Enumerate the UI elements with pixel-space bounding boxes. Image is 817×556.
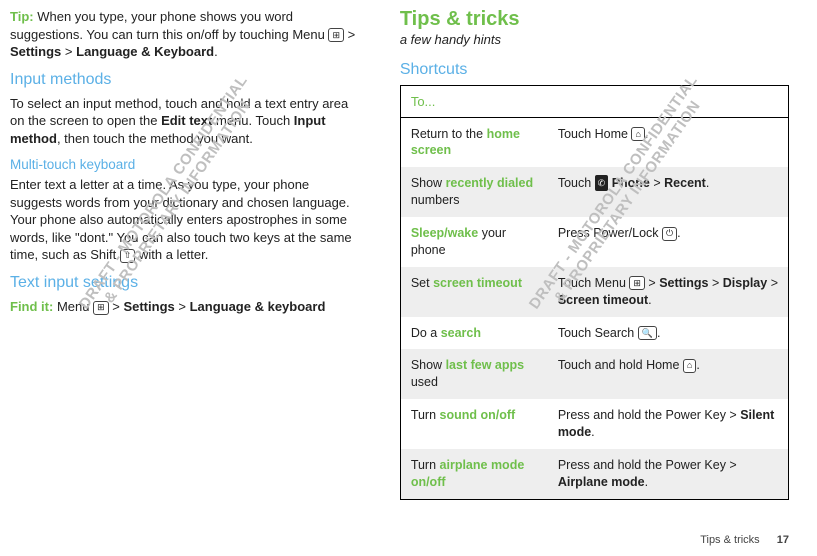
table-row: Sleep/wake your phonePress Power/Lock ⏻. [400, 217, 788, 267]
multi-touch-text: Enter text a letter at a time. As you ty… [10, 176, 364, 264]
shortcut-action: Sleep/wake your phone [400, 217, 548, 267]
input-methods-heading: Input methods [10, 71, 364, 89]
shortcut-method: Touch Home ⌂. [548, 117, 789, 167]
shortcut-action: Return to the home screen [400, 117, 548, 167]
shortcut-action: Turn airplane mode on/off [400, 449, 548, 499]
shortcuts-table: To... Return to the home screenTouch Hom… [400, 85, 789, 500]
page: Tip: When you type, your phone shows you… [0, 0, 817, 500]
shortcut-method: Touch Menu ⊞ > Settings > Display > Scre… [548, 267, 789, 317]
table-header: To... [400, 85, 788, 117]
right-column: Tips & tricks a few handy hints Shortcut… [400, 8, 789, 500]
table-row: Set screen timeoutTouch Menu ⊞ > Setting… [400, 267, 788, 317]
text-input-settings-heading: Text input settings [10, 274, 364, 292]
footer-section: Tips & tricks [700, 534, 760, 546]
shortcut-action: Do a search [400, 317, 548, 350]
table-row: Return to the home screenTouch Home ⌂. [400, 117, 788, 167]
multi-touch-heading: Multi-touch keyboard [10, 157, 364, 172]
menu-icon: ⊞ [93, 301, 109, 315]
table-row: Turn airplane mode on/offPress and hold … [400, 449, 788, 499]
key-icon: ⊞ [629, 276, 645, 290]
phone-icon: ✆ [595, 175, 609, 191]
tip-paragraph: Tip: When you type, your phone shows you… [10, 8, 364, 61]
key-icon: ⌂ [631, 127, 644, 141]
left-column: Tip: When you type, your phone shows you… [10, 8, 364, 500]
page-number: 17 [777, 534, 789, 546]
shortcut-action: Turn sound on/off [400, 399, 548, 449]
shift-icon: ⇧ [120, 249, 136, 263]
shortcut-action: Show recently dialed numbers [400, 167, 548, 217]
shortcut-action: Set screen timeout [400, 267, 548, 317]
key-icon: ⌂ [683, 359, 696, 373]
table-row: Do a searchTouch Search 🔍. [400, 317, 788, 350]
key-icon: 🔍 [638, 326, 657, 340]
table-row: Turn sound on/offPress and hold the Powe… [400, 399, 788, 449]
key-icon: ⏻ [662, 227, 677, 241]
shortcuts-heading: Shortcuts [400, 61, 789, 79]
menu-icon: ⊞ [328, 28, 344, 42]
table-row: Show last few apps usedTouch and hold Ho… [400, 349, 788, 399]
input-methods-text: To select an input method, touch and hol… [10, 95, 364, 148]
shortcut-method: Touch and hold Home ⌂. [548, 349, 789, 399]
shortcut-action: Show last few apps used [400, 349, 548, 399]
shortcut-method: Touch ✆ Phone > Recent. [548, 167, 789, 217]
shortcut-method: Press and hold the Power Key > Silent mo… [548, 399, 789, 449]
tips-subtitle: a few handy hints [400, 31, 789, 49]
tips-title: Tips & tricks [400, 8, 789, 31]
shortcut-method: Press and hold the Power Key > Airplane … [548, 449, 789, 499]
table-row: Show recently dialed numbersTouch ✆ Phon… [400, 167, 788, 217]
find-it-label: Find it: [10, 299, 53, 314]
shortcut-method: Press Power/Lock ⏻. [548, 217, 789, 267]
shortcut-method: Touch Search 🔍. [548, 317, 789, 350]
tip-label: Tip: [10, 9, 34, 24]
page-footer: Tips & tricks 17 [700, 534, 789, 546]
find-it-line: Find it: Menu ⊞ > Settings > Language & … [10, 298, 364, 316]
